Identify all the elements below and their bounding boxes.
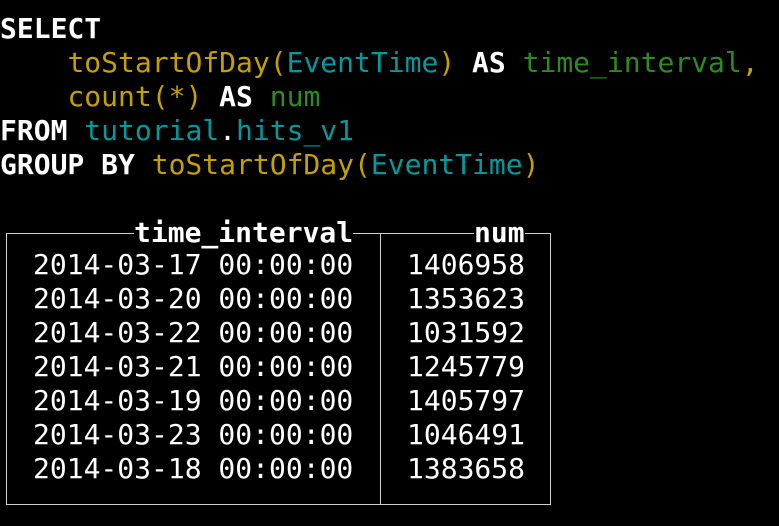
alias-name: time_interval: [522, 46, 742, 79]
table-cell-time-interval: 2014-03-17 00:00:00: [33, 248, 354, 281]
table-cell-time-interval: 2014-03-21 00:00:00: [33, 350, 354, 383]
query-line-from: FROM tutorial.hits_v1: [0, 114, 354, 148]
table-cell-num: 1046491: [407, 418, 526, 451]
query-line-1: toStartOfDay(EventTime) AS time_interval…: [0, 46, 759, 80]
as-keyword: AS: [219, 80, 253, 113]
paren-open: (: [269, 46, 287, 79]
query-line-2: count(*) AS num: [0, 80, 320, 114]
alias-name: num: [269, 80, 321, 113]
column-identifier: EventTime: [286, 46, 439, 79]
table-cell-time-interval: 2014-03-23 00:00:00: [33, 418, 354, 451]
paren-open: (: [354, 148, 371, 181]
query-line-group-by: GROUP BY toStartOfDay(EventTime): [0, 148, 539, 182]
column-identifier: EventTime: [370, 148, 523, 181]
table-cell-time-interval: 2014-03-19 00:00:00: [33, 384, 354, 417]
from-keyword: FROM: [0, 114, 68, 147]
column-divider: [380, 233, 381, 504]
dot: .: [219, 114, 237, 147]
result-table: time_interval num 2014-03-17 00:00:00 140…: [6, 216, 551, 505]
query-line-select: SELECT: [0, 12, 101, 46]
paren-close: ): [522, 148, 540, 181]
function-name: toStartOfDay: [151, 148, 355, 181]
table-cell-time-interval: 2014-03-20 00:00:00: [33, 282, 354, 315]
function-name: toStartOfDay: [67, 46, 270, 79]
table-cell-num: 1353623: [407, 282, 526, 315]
database-name: tutorial: [84, 114, 220, 147]
table-cell-num: 1383658: [407, 452, 526, 485]
function-name: count: [67, 80, 152, 113]
table-cell-num: 1405797: [407, 384, 526, 417]
table-cell-time-interval: 2014-03-22 00:00:00: [33, 316, 354, 349]
table-name: hits_v1: [236, 114, 355, 147]
function-args: (*): [151, 80, 203, 113]
group-by-keyword: GROUP BY: [0, 148, 135, 181]
select-keyword: SELECT: [0, 12, 102, 45]
table-cell-time-interval: 2014-03-18 00:00:00: [33, 452, 354, 485]
column-header-num: num: [474, 216, 525, 250]
table-cell-num: 1245779: [407, 350, 526, 383]
table-cell-num: 1406958: [407, 248, 526, 281]
terminal-output: SELECT toStartOfDay(EventTime) AS time_i…: [0, 0, 779, 526]
as-keyword: AS: [472, 46, 506, 79]
column-header-time-interval: time_interval: [134, 216, 354, 250]
header-border-right: [381, 233, 551, 234]
table-cell-num: 1031592: [407, 316, 526, 349]
paren-close: ): [438, 46, 456, 79]
comma: ,: [741, 46, 759, 79]
